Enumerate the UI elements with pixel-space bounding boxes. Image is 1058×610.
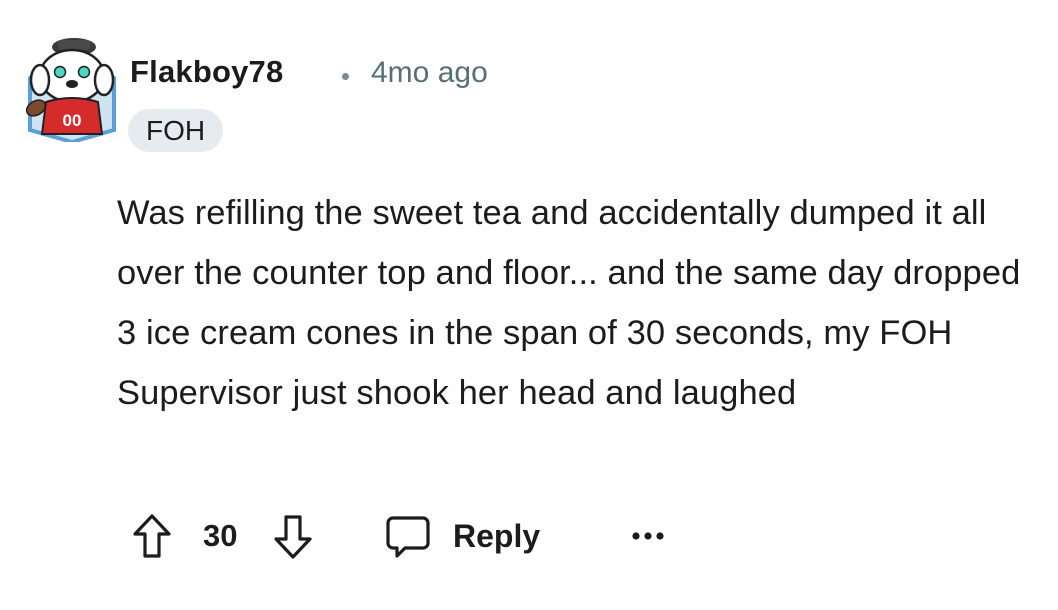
reply-label: Reply <box>453 518 541 554</box>
ellipsis-icon[interactable] <box>628 524 668 548</box>
vote-score: 30 <box>203 518 238 553</box>
speech-bubble-icon <box>386 516 430 558</box>
meta-separator-dot <box>342 73 349 80</box>
comment-action-bar: 30 Reply <box>120 508 720 568</box>
svg-text:00: 00 <box>63 111 82 130</box>
arrow-down-icon[interactable] <box>273 514 313 560</box>
comment-timestamp[interactable]: 4mo ago <box>371 56 488 90</box>
user-flair-badge: FOH <box>128 109 224 152</box>
arrow-up-icon[interactable] <box>132 513 172 559</box>
comment-author[interactable]: Flakboy78 <box>130 54 283 90</box>
user-avatar-icon[interactable]: 00 <box>22 34 122 142</box>
comment-body: Was refilling the sweet tea and accident… <box>117 194 1021 412</box>
